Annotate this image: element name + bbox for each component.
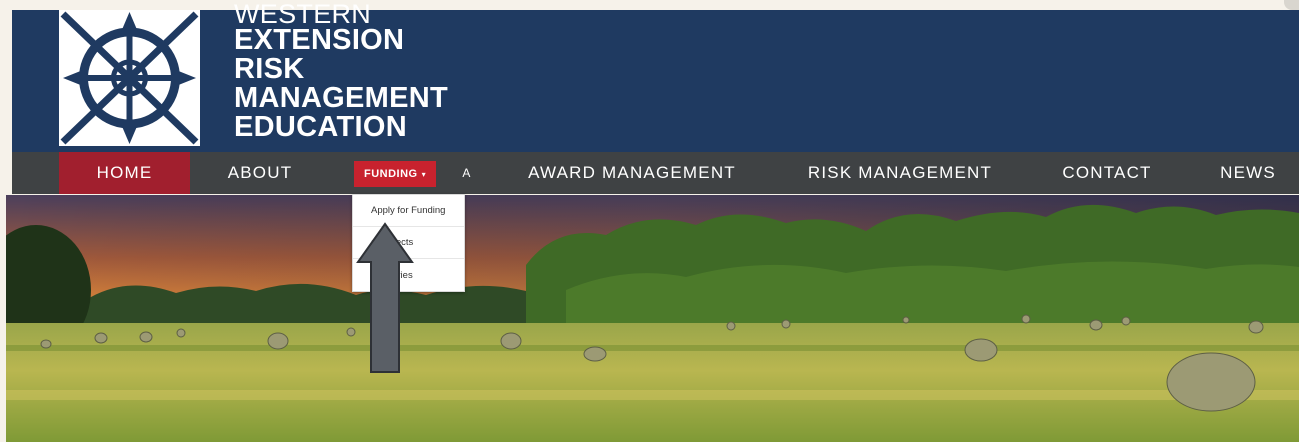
main-nav: HOME ABOUT FUNDING ▾ A AWARD MANAGEMENT … [12,152,1299,194]
hero-image [6,195,1299,442]
nav-funding[interactable]: FUNDING ▾ [354,161,437,187]
brand-line-3: RISK [234,53,305,85]
nav-about[interactable]: ABOUT [204,152,316,194]
nav-news[interactable]: NEWS [1208,152,1288,194]
nav-risk-management[interactable]: RISK MANAGEMENT [795,152,1005,194]
window-corner [1284,0,1299,10]
nav-award-management[interactable]: AWARD MANAGEMENT [517,152,747,194]
brand-wordmark: WESTERN EXTENSION RISK MANAGEMENT EDUCAT… [234,0,449,143]
brand-line-4: MANAGEMENT [234,82,449,114]
brand-line-5: EDUCATION [234,111,407,143]
site-header: WESTERN EXTENSION RISK MANAGEMENT EDUCAT… [12,1,1299,152]
nav-contact[interactable]: CONTACT [1047,152,1167,194]
brand-line-2: EXTENSION [234,24,405,56]
brand-line-1: WESTERN [234,0,372,29]
nav-home[interactable]: HOME [59,152,190,194]
compass-wheel-icon [59,10,200,146]
hay-field-landscape [6,195,1299,442]
chevron-down-icon: ▾ [421,169,427,179]
up-arrow-icon [355,222,415,374]
nav-partially-hidden[interactable]: A [460,152,474,194]
nav-funding-label: FUNDING [364,168,418,180]
logo[interactable] [59,10,200,146]
